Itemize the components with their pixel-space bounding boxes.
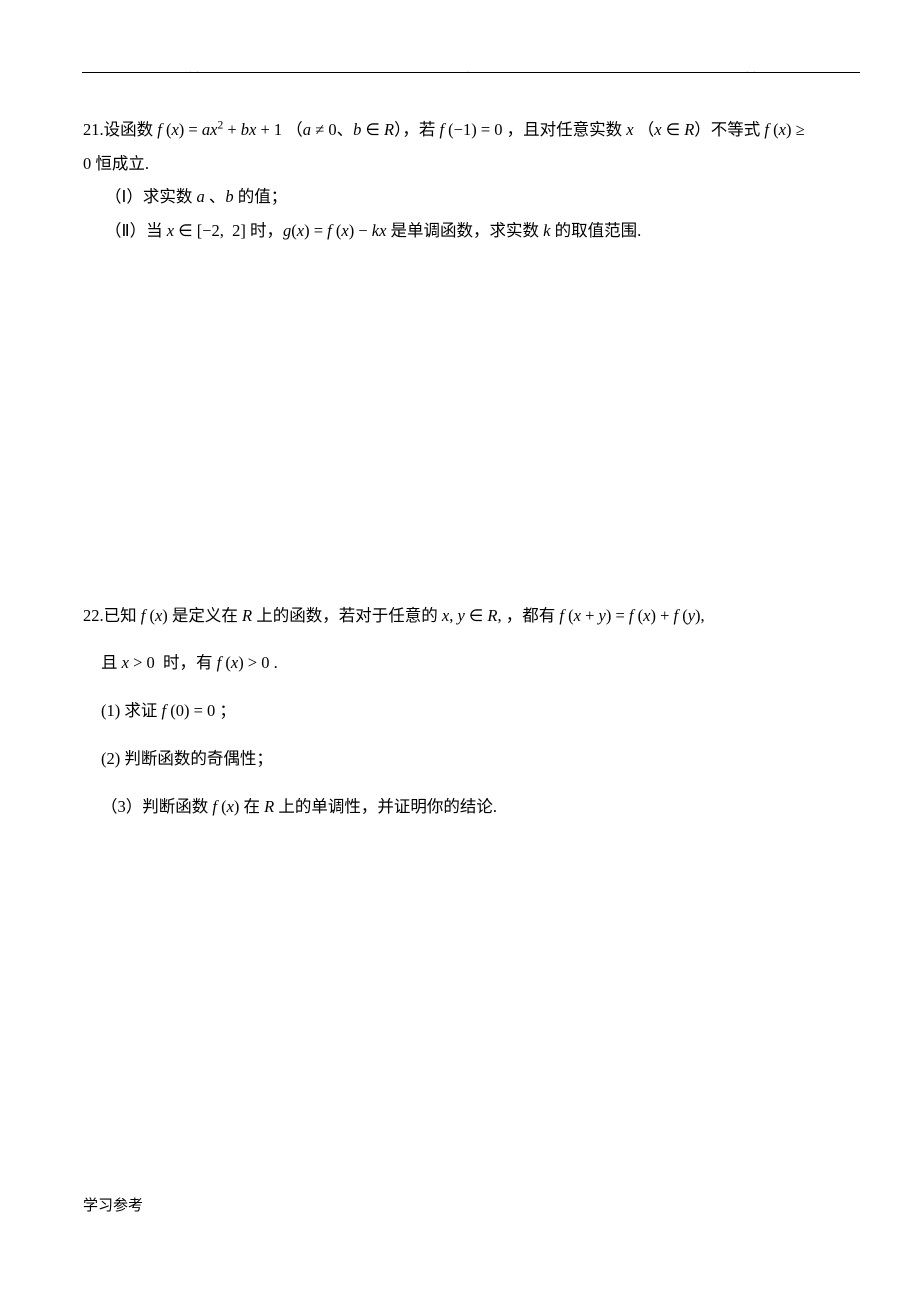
header-dots-right: . . xyxy=(746,62,757,80)
q22-p2: (2) 判断函数的奇偶性； xyxy=(101,749,273,768)
q21-part2c: 是单调函数，求实数 xyxy=(386,221,543,240)
q21-line2b: 恒成立. xyxy=(91,154,149,173)
q22-p3R: R xyxy=(264,797,274,816)
q21-eq1: f (x) = ax2 + bx + 1 xyxy=(157,120,282,139)
q22-line2a: 且 xyxy=(101,653,122,672)
q21-eq2: f (−1) = 0 xyxy=(439,120,502,139)
q22-line2: 且 x > 0 时，有 f (x) > 0 . xyxy=(83,648,850,678)
question-22: 22.已知 f (x) 是定义在 R 上的函数，若对于任意的 x, y ∈ R,… xyxy=(83,601,850,821)
q21-stem-a: 设函数 xyxy=(104,120,158,139)
q22-line2c: . xyxy=(270,653,278,672)
q22-p3fx: f (x) xyxy=(212,797,239,816)
q22-R: R xyxy=(242,606,252,625)
content: 21.设函数 f (x) = ax2 + bx + 1 （a ≠ 0、b ∈ R… xyxy=(83,115,850,839)
q21-stem-c: ），若 xyxy=(394,120,439,139)
q21-stem-b: （ xyxy=(286,120,303,139)
q21-number: 21. xyxy=(83,120,104,139)
q22-p3b: 在 xyxy=(239,797,264,816)
header-dots-left: . . xyxy=(189,62,200,80)
q22-stem-b: 是定义在 xyxy=(168,606,242,625)
q21-sep1: 、 xyxy=(337,120,354,139)
q21-cond1: a ≠ 0 xyxy=(303,120,337,139)
page: . . . . . 21.设函数 f (x) = ax2 + bx + 1 （a… xyxy=(0,0,920,1302)
q21-zero: 0 xyxy=(83,154,91,173)
q22-stem-d: ，都有 xyxy=(502,606,560,625)
q21-stem-d: ，且对任意实数 xyxy=(503,120,627,139)
q22-p1b: ； xyxy=(215,701,236,720)
q21-line1: 21.设函数 f (x) = ax2 + bx + 1 （a ≠ 0、b ∈ R… xyxy=(83,115,850,145)
footer-text: 学习参考 xyxy=(83,1193,143,1220)
q21-part1c: 的值； xyxy=(234,187,288,206)
q21-part1: （Ⅰ）求实数 a 、b 的值； xyxy=(83,182,850,212)
q21-part2d: 的取值范围. xyxy=(550,221,641,240)
q22-number: 22. xyxy=(83,606,104,625)
q22-line1: 22.已知 f (x) 是定义在 R 上的函数，若对于任意的 x, y ∈ R,… xyxy=(83,601,850,631)
q22-p3a: （3）判断函数 xyxy=(101,797,212,816)
q22-eq1: f (x + y) = f (x) + f (y), xyxy=(559,606,704,625)
q22-p3c: 上的单调性，并证明你的结论. xyxy=(274,797,497,816)
q22-part2: (2) 判断函数的奇偶性； xyxy=(83,744,850,774)
q21-part1a: （Ⅰ）求实数 xyxy=(105,187,197,206)
q22-part1: (1) 求证 f (0) = 0 ； xyxy=(83,696,850,726)
q21-line2: 0 恒成立. xyxy=(83,149,850,179)
q22-p1a: (1) 求证 xyxy=(101,701,162,720)
q22-part3: （3）判断函数 f (x) 在 R 上的单调性，并证明你的结论. xyxy=(83,792,850,822)
q22-cond1: x > 0 xyxy=(122,653,155,672)
q22-xy: x, y ∈ R, xyxy=(442,606,502,625)
q21-cond2: b ∈ R xyxy=(353,120,394,139)
q22-fx: f (x) xyxy=(141,606,168,625)
q22-p1eq: f (0) = 0 xyxy=(162,701,216,720)
q21-eq3: f (x) ≥ xyxy=(764,120,804,139)
q22-line2b: 时，有 xyxy=(159,653,217,672)
q21-stem-e: （ xyxy=(638,120,655,139)
q21-part1b: 、 xyxy=(205,187,226,206)
q22-cond2: f (x) > 0 xyxy=(217,653,270,672)
q21-part2b: 时， xyxy=(246,221,283,240)
question-21: 21.设函数 f (x) = ax2 + bx + 1 （a ≠ 0、b ∈ R… xyxy=(83,115,850,246)
q21-stem-f: ）不等式 xyxy=(694,120,764,139)
q21-part1-b: b xyxy=(225,187,233,206)
q21-part1-a: a xyxy=(197,187,205,206)
q21-p2-eq2: g(x) = f (x) − kx xyxy=(283,221,386,240)
q21-p2-eq1: x ∈ [−2, 2] xyxy=(167,221,246,240)
q22-stem-a: 已知 xyxy=(104,606,141,625)
q21-cond3: x ∈ R xyxy=(654,120,694,139)
q21-var-x: x xyxy=(626,120,633,139)
q21-part2a: （Ⅱ）当 xyxy=(105,221,167,240)
q21-part2: （Ⅱ）当 x ∈ [−2, 2] 时，g(x) = f (x) − kx 是单调… xyxy=(83,216,850,246)
header-dots-center: . xyxy=(467,62,471,80)
q22-stem-c: 上的函数，若对于任意的 xyxy=(252,606,442,625)
